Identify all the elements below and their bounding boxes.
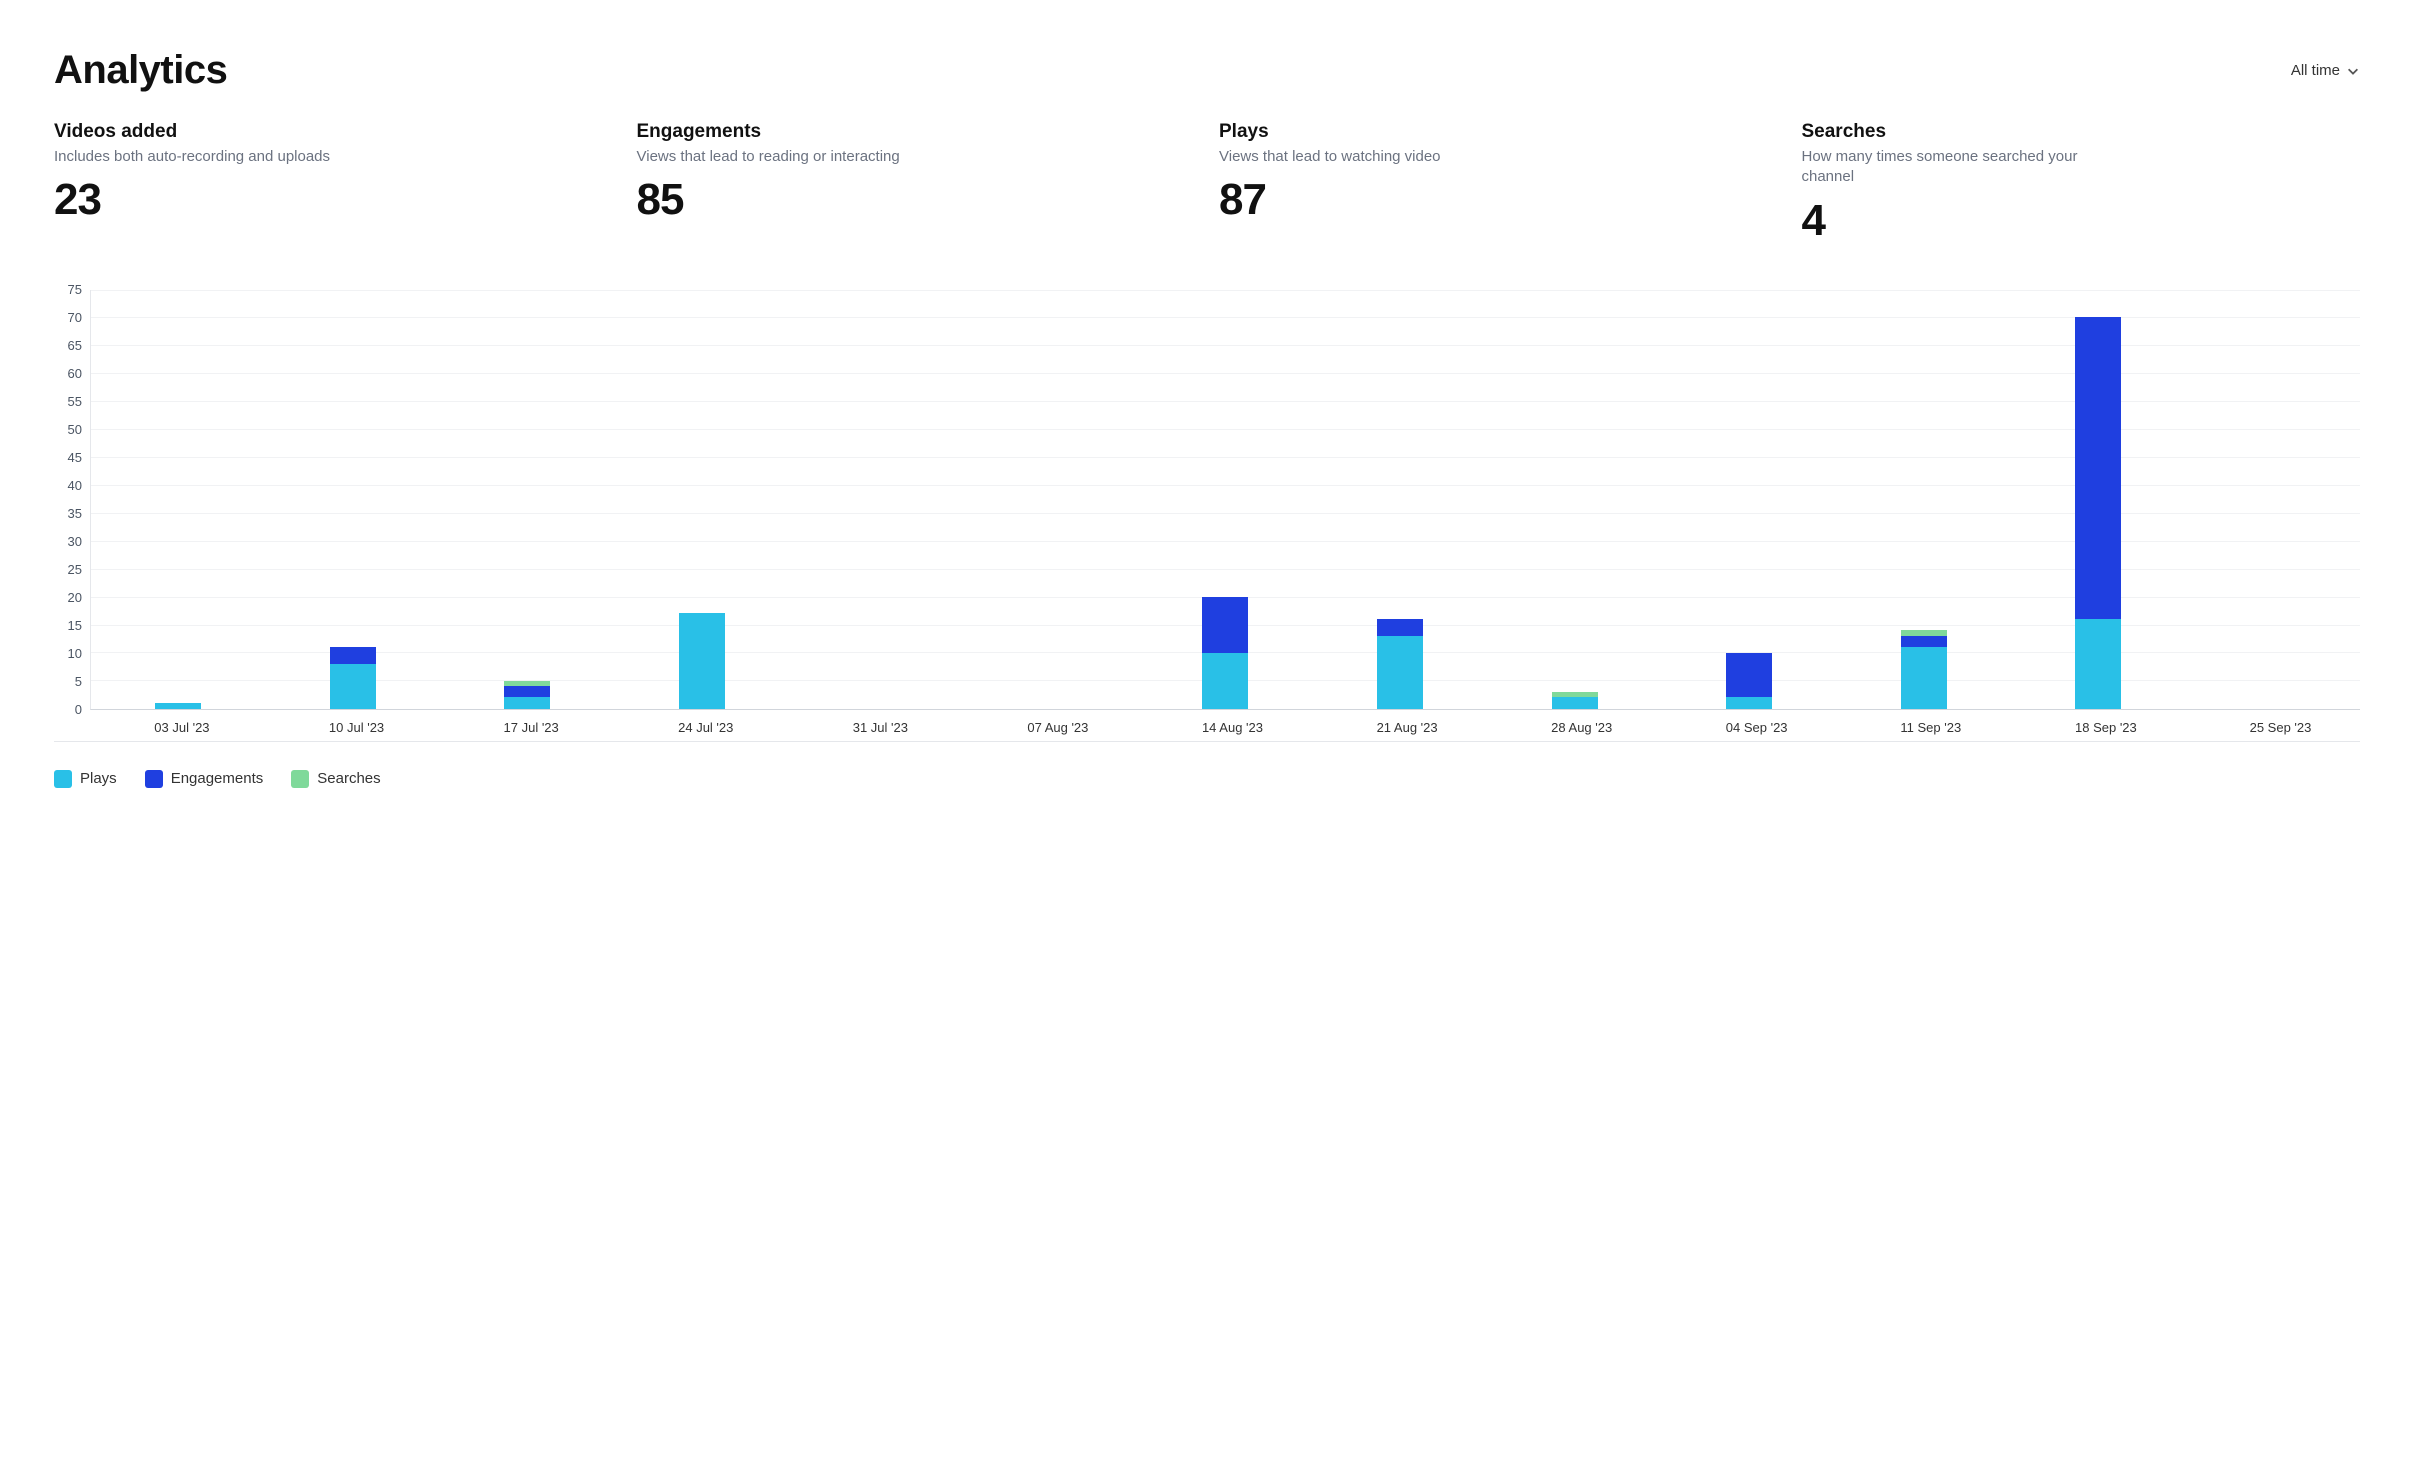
- chart-bars: [91, 290, 2360, 709]
- chart-bar: [2075, 317, 2121, 709]
- chart-bar: [1202, 597, 1248, 709]
- stat-videos-added: Videos added Includes both auto-recordin…: [54, 121, 613, 246]
- x-tick-label: 28 Aug '23: [1551, 720, 1597, 735]
- chart-bar-segment-plays: [679, 613, 725, 708]
- legend-label: Engagements: [171, 770, 264, 787]
- stat-subtitle: Views that lead to watching video: [1219, 147, 1519, 167]
- chart-bar-segment-plays: [1202, 653, 1248, 709]
- chart-bar-segment-engagements: [330, 647, 376, 664]
- chart-bar: [1901, 630, 1947, 708]
- stat-title: Searches: [1802, 121, 2361, 143]
- stat-searches: Searches How many times someone searched…: [1802, 121, 2361, 246]
- x-tick-label: 21 Aug '23: [1377, 720, 1423, 735]
- legend-label: Searches: [317, 770, 380, 787]
- chart-y-axis: 757065605550454035302520151050: [54, 290, 90, 710]
- swatch-plays-icon: [54, 770, 72, 788]
- legend-label: Plays: [80, 770, 117, 787]
- stat-title: Engagements: [637, 121, 1196, 143]
- page-title: Analytics: [54, 48, 227, 93]
- chart-bar: [330, 647, 376, 709]
- chart-bar-segment-plays: [1726, 697, 1772, 708]
- chart-bar-segment-plays: [1377, 636, 1423, 709]
- time-range-label: All time: [2291, 62, 2340, 79]
- stat-title: Videos added: [54, 121, 613, 143]
- x-tick-label: 07 Aug '23: [1027, 720, 1073, 735]
- chart-bar-segment-engagements: [1901, 636, 1947, 647]
- x-tick-label: 11 Sep '23: [1900, 720, 1946, 735]
- stat-title: Plays: [1219, 121, 1778, 143]
- legend-item-engagements: Engagements: [145, 770, 264, 788]
- chart-bar-segment-engagements: [504, 686, 550, 697]
- stat-value: 4: [1802, 196, 2361, 246]
- swatch-searches-icon: [291, 770, 309, 788]
- time-range-selector[interactable]: All time: [2291, 62, 2360, 79]
- stat-value: 87: [1219, 175, 1778, 225]
- chart-bar: [1726, 653, 1772, 709]
- chart-bar: [1377, 619, 1423, 709]
- chart-bar-segment-plays: [504, 697, 550, 708]
- chart-bar: [155, 703, 201, 709]
- stat-plays: Plays Views that lead to watching video …: [1219, 121, 1778, 246]
- legend-item-searches: Searches: [291, 770, 380, 788]
- chart-x-axis: 03 Jul '23 10 Jul '23 17 Jul '23 24 Jul '23…: [54, 720, 2360, 742]
- chart-bar-segment-plays: [330, 664, 376, 709]
- x-tick-label: 18 Sep '23: [2075, 720, 2121, 735]
- stat-subtitle: Includes both auto-recording and uploads: [54, 147, 354, 167]
- page-header: Analytics All time: [54, 48, 2360, 93]
- x-tick-label: 24 Jul '23: [678, 720, 724, 735]
- chart-container: 757065605550454035302520151050 03 Jul '2…: [54, 286, 2360, 742]
- stat-value: 23: [54, 175, 613, 225]
- stats-row: Videos added Includes both auto-recordin…: [54, 121, 2360, 246]
- chart-bar: [679, 613, 725, 708]
- chart-bar-segment-engagements: [1726, 653, 1772, 698]
- swatch-engagements-icon: [145, 770, 163, 788]
- chevron-down-icon: [2346, 64, 2360, 78]
- stat-value: 85: [637, 175, 1196, 225]
- chart-bar-segment-engagements: [1202, 597, 1248, 653]
- x-tick-label: 25 Sep '23: [2250, 720, 2296, 735]
- stat-engagements: Engagements Views that lead to reading o…: [637, 121, 1196, 246]
- chart-bar-segment-engagements: [2075, 317, 2121, 619]
- chart-bar-segment-plays: [155, 703, 201, 709]
- chart-legend: Plays Engagements Searches: [54, 770, 2360, 788]
- chart-bar: [1552, 692, 1598, 709]
- x-tick-label: 31 Jul '23: [853, 720, 899, 735]
- chart-bar: [504, 681, 550, 709]
- chart-bar-segment-plays: [1552, 697, 1598, 708]
- x-tick-label: 14 Aug '23: [1202, 720, 1248, 735]
- x-tick-label: 03 Jul '23: [154, 720, 200, 735]
- chart-bar-segment-engagements: [1377, 619, 1423, 636]
- x-tick-label: 04 Sep '23: [1726, 720, 1772, 735]
- chart-bar-segment-plays: [1901, 647, 1947, 709]
- chart-plot-area: [90, 290, 2360, 710]
- stat-subtitle: How many times someone searched your cha…: [1802, 147, 2102, 188]
- legend-item-plays: Plays: [54, 770, 117, 788]
- x-tick-label: 10 Jul '23: [329, 720, 375, 735]
- stat-subtitle: Views that lead to reading or interactin…: [637, 147, 937, 167]
- x-tick-label: 17 Jul '23: [504, 720, 550, 735]
- chart-bar-segment-plays: [2075, 619, 2121, 709]
